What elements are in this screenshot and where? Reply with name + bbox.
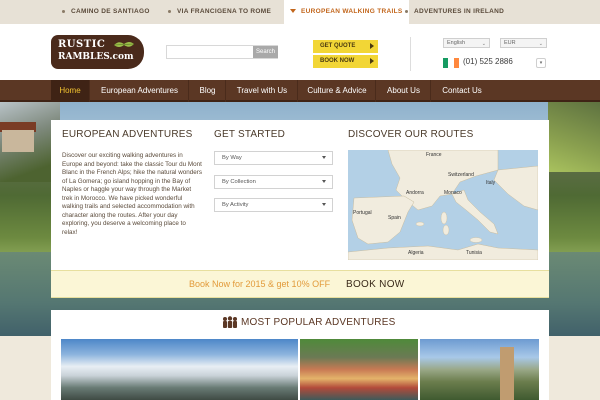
nav-item-contact-us[interactable]: Contact Us [432,80,492,102]
map-label-monaco: Monaco [444,190,462,196]
popular-adventures-section: MOST POPULAR ADVENTURES [51,310,549,400]
map-label-andorra: Andorra [406,190,424,196]
european-adventures-heading: EUROPEAN ADVENTURES [62,129,193,140]
bullet-icon [62,9,65,13]
logo-line-2: RAMBLES.com [58,52,134,62]
rustic-rambles-logo[interactable]: RUSTIC RAMBLES.com [51,35,144,69]
discover-routes-heading: DISCOVER OUR ROUTES [348,129,474,140]
get-quote-button[interactable]: GET QUOTE [313,40,378,53]
by-activity-dropdown[interactable]: By Activity [214,198,333,212]
bullet-icon [168,9,171,13]
nav-item-blog[interactable]: Blog [190,80,226,102]
promo-banner[interactable]: Book Now for 2015 & get 10% OFF BOOK NOW [51,270,549,298]
tab-label: EUROPEAN WALKING TRAILS [301,8,403,15]
arrow-right-icon [370,58,374,64]
nav-item-european-adventures[interactable]: European Adventures [91,80,189,102]
tab-camino-de-santiago[interactable]: CAMINO DE SANTIAGO [62,0,150,24]
chevron-down-icon: ⌄ [538,41,543,47]
by-collection-dropdown[interactable]: By Collection [214,175,333,189]
header-divider [410,37,411,71]
phone-dropdown-button[interactable]: ▾ [536,58,546,68]
main-nav: Home European Adventures Blog Travel wit… [0,80,600,102]
language-value: English [447,40,466,46]
popular-adventures-heading: MOST POPULAR ADVENTURES [241,317,396,328]
map-land [348,150,538,260]
tab-label: ADVENTURES IN IRELAND [414,8,505,15]
tab-european-walking-trails[interactable]: EUROPEAN WALKING TRAILS [284,0,409,24]
bullet-icon [405,9,408,13]
site-header: RUSTIC RAMBLES.com [0,24,600,80]
nav-item-travel-with-us[interactable]: Travel with Us [227,80,298,102]
logo-line-1: RUSTIC [58,39,106,50]
ireland-flag-icon [443,58,459,68]
dropdown-label: By Collection [222,179,256,185]
bell-tower [500,347,514,400]
caret-down-icon [322,156,326,159]
caret-down-icon [290,9,296,14]
by-way-dropdown[interactable]: By Way [214,151,333,165]
chevron-down-icon: ⌄ [481,41,486,47]
map-label-portugal: Portugal [353,210,372,216]
tab-label: VIA FRANCIGENA TO ROME [177,8,272,15]
search-button[interactable]: Search [253,46,278,58]
map-label-algeria: Algeria [408,250,424,256]
currency-select[interactable]: EUR ⌄ [500,38,547,48]
map-label-switzerland: Switzerland [448,172,474,178]
caret-down-icon [322,203,326,206]
map-label-france: France [426,152,442,158]
arrow-right-icon [370,43,374,49]
book-now-header-button[interactable]: BOOK NOW [313,55,378,68]
tab-via-francigena[interactable]: VIA FRANCIGENA TO ROME [168,0,271,24]
dropdown-label: By Activity [222,202,249,208]
book-now-label: BOOK NOW [320,58,355,64]
get-started-heading: GET STARTED [214,129,286,140]
get-quote-label: GET QUOTE [320,43,356,49]
adventure-photo-alps[interactable] [61,339,298,400]
map-label-italy: Italy [486,180,496,186]
hikers-icon [223,316,237,328]
intro-paragraph: Discover our exciting walking adventures… [62,152,203,236]
promo-text: Book Now for 2015 & get 10% OFF [189,279,331,289]
site-switcher-bar: CAMINO DE SANTIAGO VIA FRANCIGENA TO ROM… [0,0,600,24]
nav-item-home[interactable]: Home [51,80,90,102]
routes-map[interactable]: France Italy Spain Portugal Monaco Andor… [348,150,538,260]
map-label-tunisia: Tunisia [466,250,482,256]
adventure-photo-hill-town[interactable] [420,339,539,400]
adventure-photo-cinque-terre[interactable] [300,339,418,400]
dropdown-label: By Way [222,155,242,161]
tab-adventures-in-ireland[interactable]: ADVENTURES IN IRELAND [405,0,504,24]
book-now-link[interactable]: BOOK NOW [346,279,405,290]
phone-number[interactable]: (01) 525 2886 [463,57,513,66]
currency-value: EUR [504,40,516,46]
nav-item-about-us[interactable]: About Us [377,80,431,102]
tab-label: CAMINO DE SANTIAGO [71,8,150,15]
intro-panel: EUROPEAN ADVENTURES Discover our excitin… [51,120,549,270]
chalet [2,130,34,152]
leaf-icon [113,42,135,47]
nav-item-culture-advice[interactable]: Culture & Advice [299,80,376,102]
hill-right [548,102,600,172]
map-label-spain: Spain [388,215,401,221]
language-select[interactable]: English ⌄ [443,38,490,48]
caret-down-icon [322,180,326,183]
